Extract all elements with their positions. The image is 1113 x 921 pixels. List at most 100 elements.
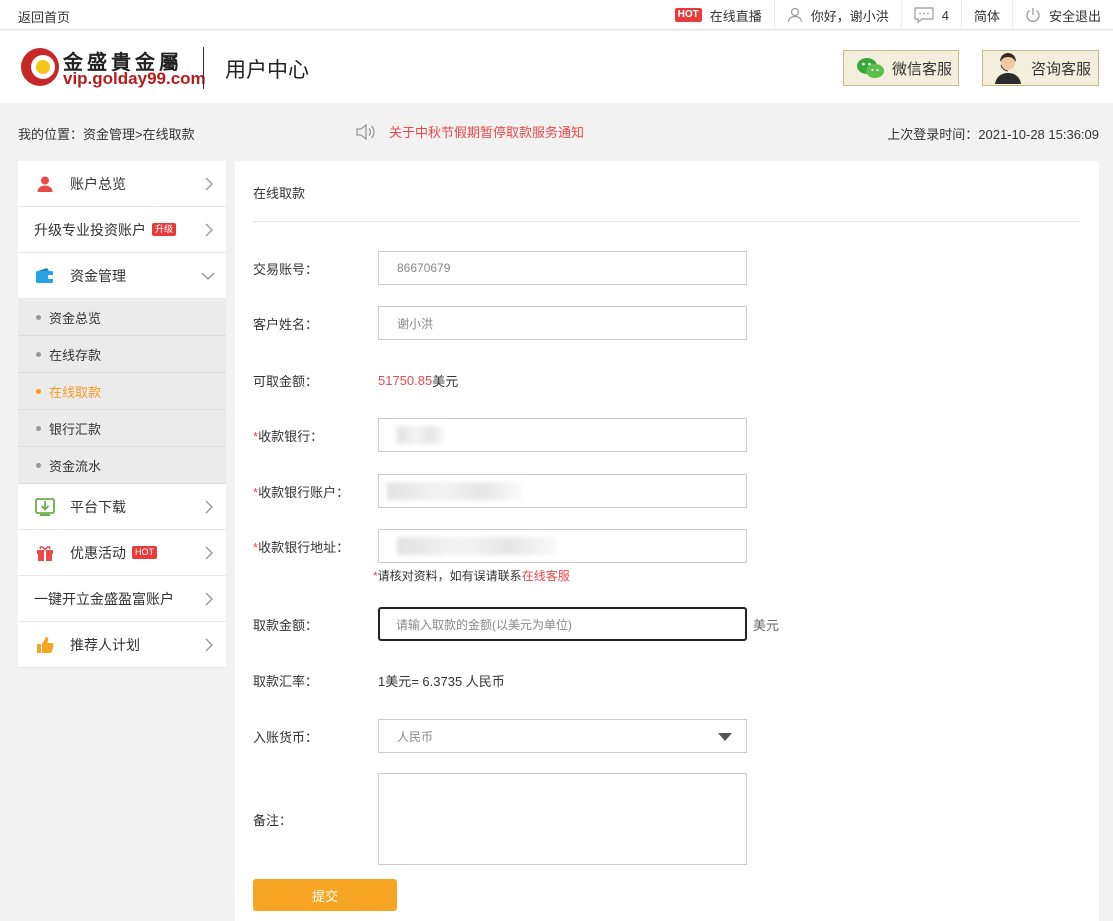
language-switch[interactable]: 简体 xyxy=(960,0,1012,30)
redacted-value xyxy=(397,537,557,555)
chevron-right-icon xyxy=(205,546,213,560)
currency-label: 入账货币： xyxy=(253,729,319,745)
speaker-icon xyxy=(356,123,375,140)
upgrade-badge: 升级 xyxy=(152,223,177,236)
currency-selected: 人民币 xyxy=(397,729,434,744)
tip-text: 请核对资料，如有误请联系 xyxy=(377,569,522,583)
customer-name-field: 谢小洪 xyxy=(378,306,747,340)
chevron-right-icon xyxy=(205,638,213,652)
consult-service-label: 咨询客服 xyxy=(1031,60,1092,78)
sidebar-subitem-online-withdrawal[interactable]: 在线取款 xyxy=(18,373,226,410)
live-label: 在线直播 xyxy=(709,8,762,24)
subitem-label: 银行汇款 xyxy=(49,421,102,437)
bank-account-field[interactable] xyxy=(378,474,747,508)
sidebar-item-platform-download[interactable]: 平台下载 xyxy=(18,484,226,530)
sidebar-item-open-account[interactable]: 一键开立金盛盈富账户 xyxy=(18,576,226,622)
bank-address-field[interactable] xyxy=(378,529,747,563)
logo[interactable]: 金盛貴金屬 vip.golday99.com xyxy=(18,45,206,91)
bank-account-label: *收款银行账户： xyxy=(253,482,378,501)
message-icon xyxy=(914,7,934,23)
hot-badge: HOT xyxy=(674,8,702,22)
available-label: 可取金额： xyxy=(253,374,319,389)
bank-address-label-text: 收款银行地址： xyxy=(258,539,350,555)
user-icon xyxy=(34,174,56,194)
subitem-label: 在线存款 xyxy=(49,347,102,363)
breadcrumb: 我的位置：资金管理>在线取款 xyxy=(18,127,195,142)
chevron-down-icon xyxy=(201,272,215,280)
download-icon xyxy=(34,497,56,517)
rate-label: 取款汇率： xyxy=(253,674,319,689)
wechat-icon xyxy=(857,58,884,78)
withdrawal-panel: 在线取款 交易账号： 86670679 客户姓名： 谢小洪 可取金额： 5175… xyxy=(235,161,1099,921)
sidebar-item-label: 升级专业投资账户 xyxy=(34,221,146,238)
sidebar-item-label: 优惠活动 xyxy=(70,544,126,561)
page-title: 用户中心 xyxy=(225,59,309,82)
notice-link[interactable]: 关于中秋节假期暂停取款服务通知 xyxy=(355,122,584,141)
chevron-right-icon xyxy=(205,223,213,237)
sidebar-item-label: 一键开立金盛盈富账户 xyxy=(34,590,174,607)
online-service-link[interactable]: 在线客服 xyxy=(522,569,570,583)
sidebar-item-label: 资金管理 xyxy=(70,267,126,284)
bullet xyxy=(36,351,41,357)
home-link[interactable]: 返回首页 xyxy=(18,7,70,26)
user-outline-icon xyxy=(787,7,802,23)
subitem-label: 资金总览 xyxy=(49,310,102,326)
bullet xyxy=(36,314,41,320)
header-divider xyxy=(203,47,204,89)
header: 金盛貴金屬 vip.golday99.com 用户中心 微信客服 咨询客服 xyxy=(0,31,1113,103)
currency-select[interactable]: 人民币 xyxy=(378,719,747,753)
amount-label: 取款金额： xyxy=(253,617,319,633)
wechat-service-button[interactable]: 微信客服 xyxy=(843,50,959,86)
logout-link[interactable]: 安全退出 xyxy=(1011,0,1113,30)
account-field: 86670679 xyxy=(378,251,747,285)
consult-service-button[interactable]: 咨询客服 xyxy=(982,50,1099,86)
sidebar-subitem-online-deposit[interactable]: 在线存款 xyxy=(18,336,226,373)
sidebar-item-label: 账户总览 xyxy=(70,175,126,192)
sidebar-item-fund-management[interactable]: 资金管理 xyxy=(18,253,226,299)
messages-link[interactable]: 4 xyxy=(900,0,961,30)
sidebar-item-account-overview[interactable]: 账户总览 xyxy=(18,161,226,207)
sidebar-item-upgrade-account[interactable]: 升级专业投资账户 升级 xyxy=(18,207,226,253)
top-bar: 返回首页 HOT 在线直播 你好，谢小洪 4 简体 安全退出 xyxy=(0,0,1113,30)
available-row: 可取金额： 51750.85 美元 xyxy=(253,371,458,390)
name-row: 客户姓名： 谢小洪 xyxy=(253,306,747,340)
bank-address-label: *收款银行地址： xyxy=(253,537,378,556)
subitem-label: 在线取款 xyxy=(49,384,102,400)
rate-row: 取款汇率： 1美元= 6.3735 人民币 xyxy=(253,671,505,690)
bank-field[interactable] xyxy=(378,418,747,452)
bank-account-row: *收款银行账户： xyxy=(253,474,747,508)
wallet-icon xyxy=(34,266,56,286)
sidebar-subitem-fund-flow[interactable]: 资金流水 xyxy=(18,447,226,484)
available-amount: 51750.85 xyxy=(378,373,433,388)
subitem-label: 资金流水 xyxy=(49,458,102,474)
user-greeting[interactable]: 你好，谢小洪 xyxy=(773,0,901,30)
notice-text: 关于中秋节假期暂停取款服务通知 xyxy=(389,125,585,140)
chevron-right-icon xyxy=(205,177,213,191)
bullet xyxy=(36,388,41,394)
sidebar-item-referral-plan[interactable]: 推荐人计划 xyxy=(18,622,226,668)
caret-down-icon xyxy=(718,733,732,741)
bank-label-text: 收款银行： xyxy=(258,428,324,444)
submit-button[interactable]: 提交 xyxy=(253,879,397,911)
remark-label: 备注： xyxy=(253,812,293,828)
redacted-value xyxy=(397,426,445,444)
bullet xyxy=(36,425,41,431)
live-broadcast-link[interactable]: HOT 在线直播 xyxy=(663,0,774,30)
name-label: 客户姓名： xyxy=(253,316,319,332)
bullet xyxy=(36,462,41,468)
withdraw-amount-input[interactable]: 请输入取款的金额(以美元为单位) xyxy=(378,607,747,641)
verify-tip: *请核对资料，如有误请联系在线客服 xyxy=(373,567,570,584)
rate-value: 1美元= 6.3735 人民币 xyxy=(378,674,505,689)
bank-label: *收款银行： xyxy=(253,426,378,445)
logout-label: 安全退出 xyxy=(1048,8,1101,24)
panel-divider xyxy=(253,221,1080,222)
sidebar-subitem-bank-transfer[interactable]: 银行汇款 xyxy=(18,410,226,447)
panel-title: 在线取款 xyxy=(253,186,306,201)
sidebar-subitem-fund-overview[interactable]: 资金总览 xyxy=(18,299,226,336)
top-bar-right: HOT 在线直播 你好，谢小洪 4 简体 安全退出 xyxy=(663,0,1113,30)
remark-textarea[interactable] xyxy=(378,773,747,865)
support-agent-icon xyxy=(995,53,1021,84)
fund-management-submenu: 资金总览 在线存款 在线取款 银行汇款 资金流水 xyxy=(18,299,226,484)
sidebar: 账户总览 升级专业投资账户 升级 资金管理 资金总览 在线存款 在线取款 银行汇… xyxy=(18,161,226,668)
sidebar-item-promotions[interactable]: 优惠活动 HOT xyxy=(18,530,226,576)
